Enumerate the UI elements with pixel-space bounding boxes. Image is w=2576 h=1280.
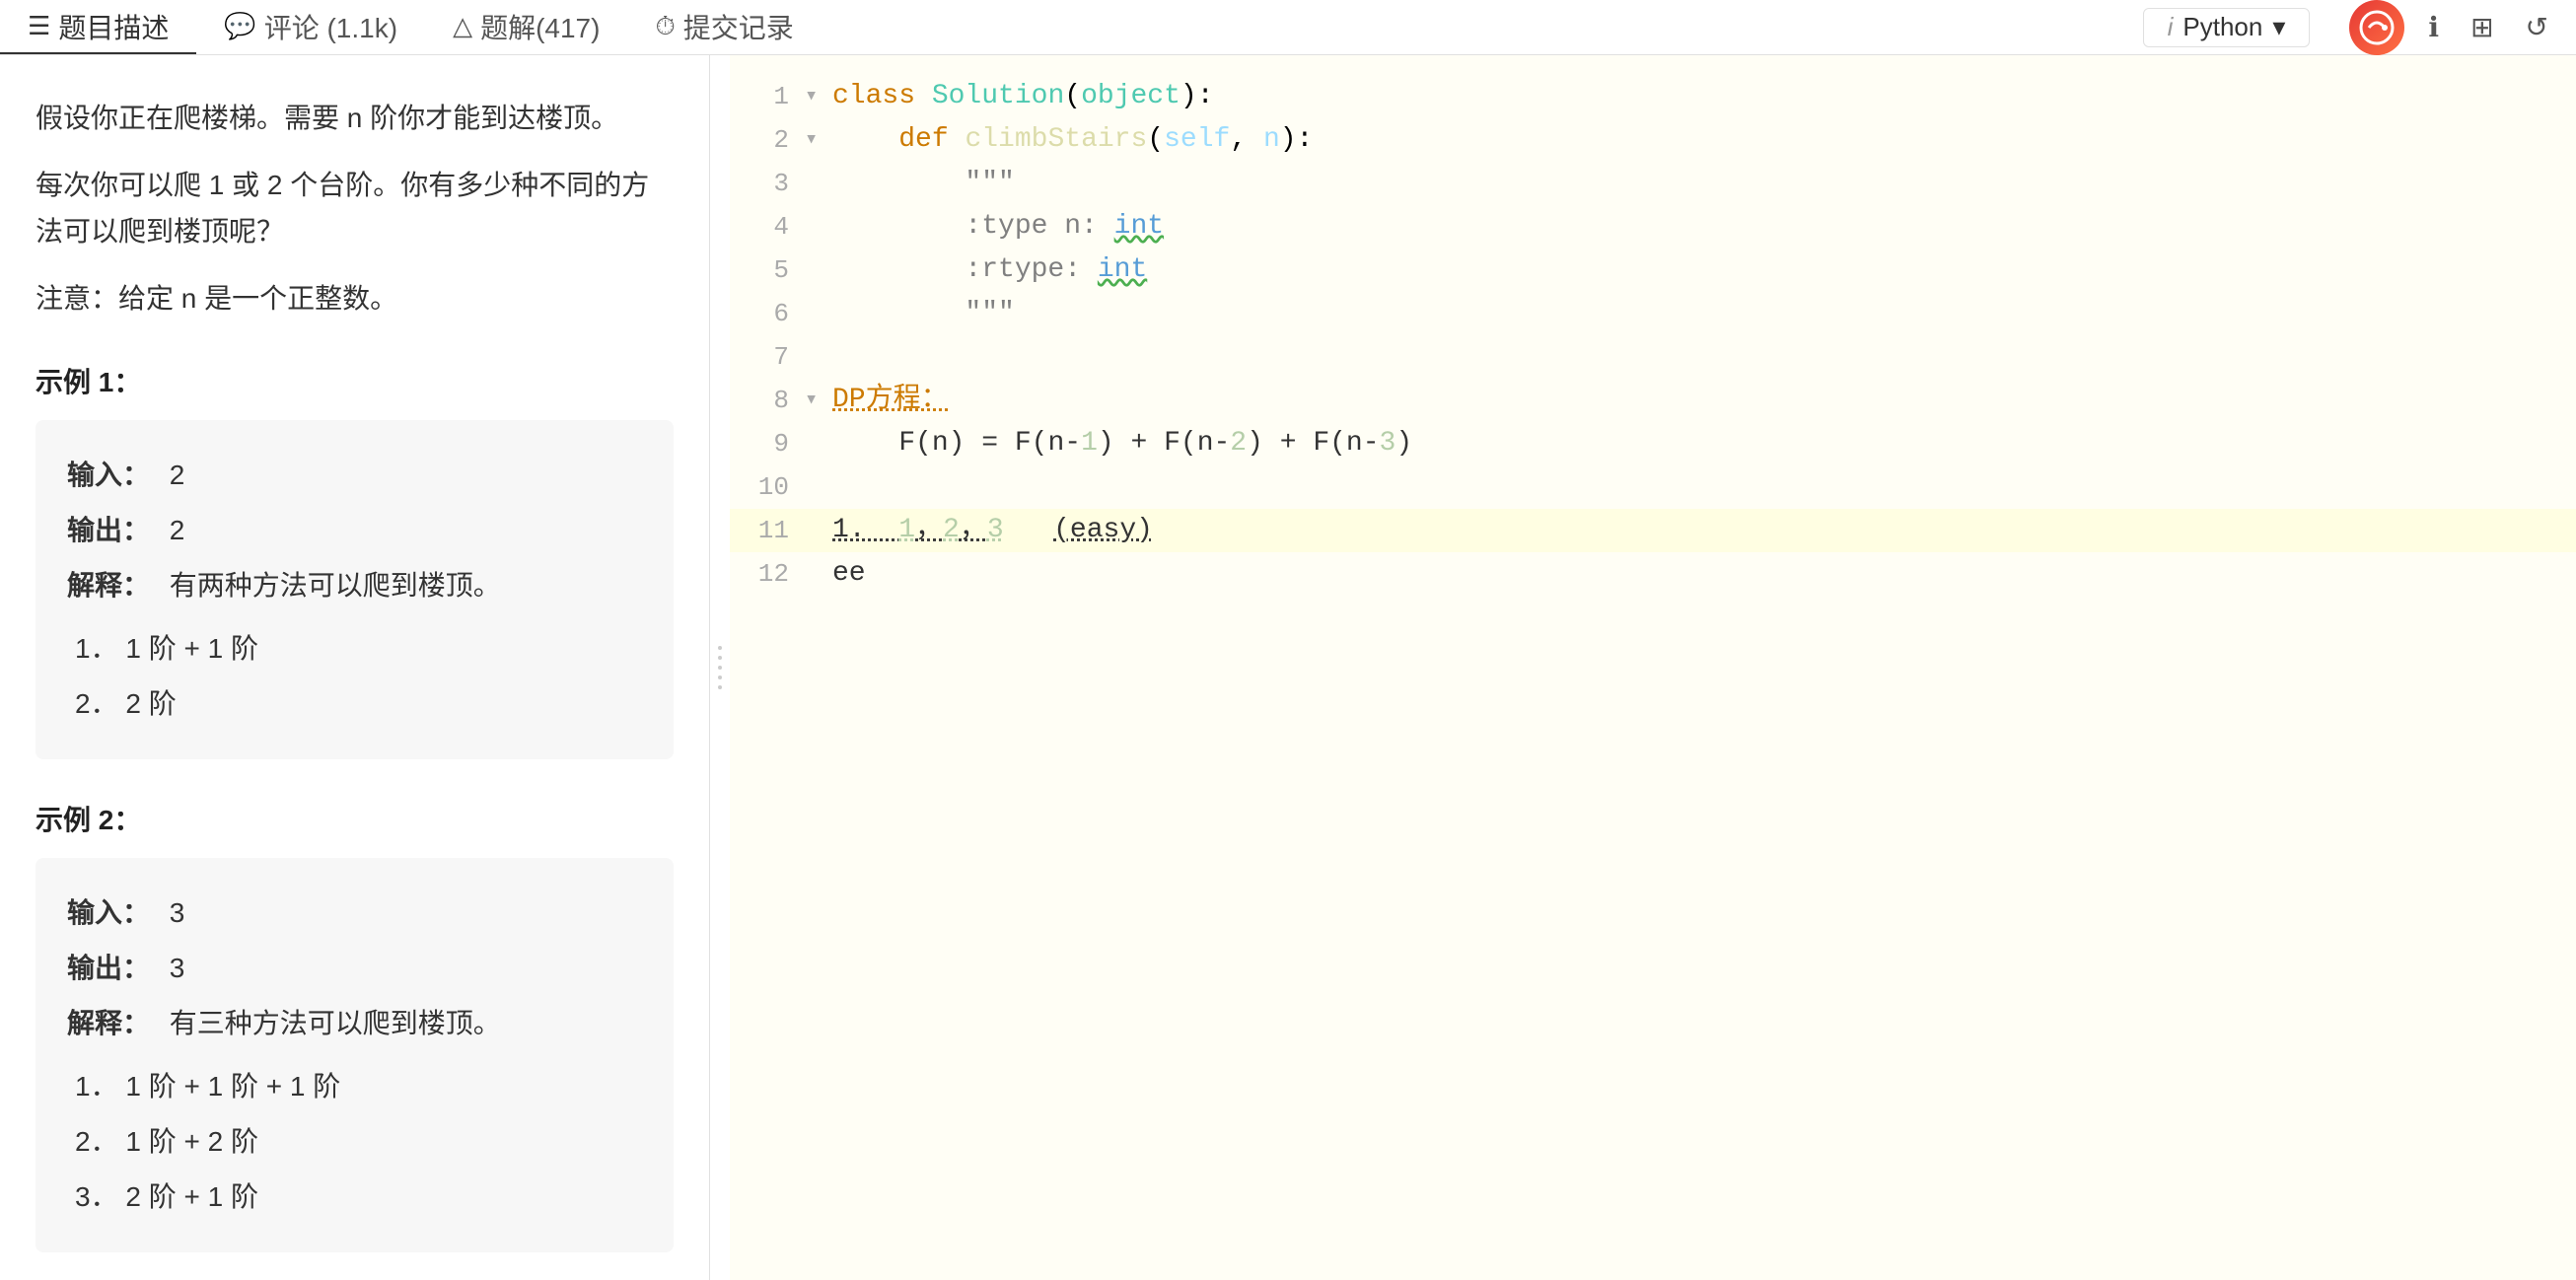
code-line-7: 7 xyxy=(730,335,2576,379)
logo-icon xyxy=(2359,10,2395,45)
language-selector[interactable]: i Python ▾ xyxy=(2143,8,2311,47)
example2-step1: 1． 1 阶 + 1 阶 + 1 阶 xyxy=(67,1059,642,1114)
line-num-2: 2 xyxy=(746,118,805,162)
line-num-4: 4 xyxy=(746,205,805,249)
line-toggle-8[interactable]: ▾ xyxy=(805,379,832,422)
line-content-6: """ xyxy=(832,292,2560,335)
panel-separator xyxy=(710,55,730,1280)
example2-output: 输出： 3 xyxy=(67,941,642,996)
solutions-icon: △ xyxy=(453,11,472,41)
example2-explain: 解释： 有三种方法可以爬到楼顶。 xyxy=(67,996,642,1051)
code-line-10: 10 xyxy=(730,465,2576,509)
tab-comments[interactable]: 💬 评论 (1.1k) xyxy=(196,0,425,54)
logo xyxy=(2349,0,2404,55)
example2-step2: 2． 1 阶 + 2 阶 xyxy=(67,1114,642,1170)
example1-step2: 2． 2 阶 xyxy=(67,676,642,732)
undo-icon[interactable]: ↺ xyxy=(2522,7,2552,47)
tab-comments-label: 评论 (1.1k) xyxy=(264,7,397,46)
submissions-icon: ⏱ xyxy=(655,11,675,42)
problem-intro1: 假设你正在爬楼梯。需要 n 阶你才能到达楼顶。 xyxy=(36,95,674,142)
code-line-11: 11 1. 1，2，3 (easy) xyxy=(730,509,2576,552)
example2-steps: 1． 1 阶 + 1 阶 + 1 阶 2． 1 阶 + 2 阶 3． 2 阶 +… xyxy=(67,1059,642,1225)
code-editor-panel[interactable]: 1 ▾ class Solution(object): 2 ▾ def clim… xyxy=(730,55,2576,1280)
line-content-12: ee xyxy=(832,552,2560,596)
example1-box: 输入： 2 输出： 2 解释： 有两种方法可以爬到楼顶。 1． 1 阶 + 1 … xyxy=(36,420,674,759)
code-line-5: 5 :rtype: int xyxy=(730,249,2576,292)
example1-output: 输出： 2 xyxy=(67,503,642,558)
line-content-3: """ xyxy=(832,162,2560,205)
lang-label: Python xyxy=(2182,12,2262,42)
example1-input-label: 输入： xyxy=(67,460,150,490)
code-line-1: 1 ▾ class Solution(object): xyxy=(730,75,2576,118)
line-content-1: class Solution(object): xyxy=(832,75,2560,118)
example2-explain-val: 有三种方法可以爬到楼顶。 xyxy=(170,1008,501,1038)
tab-problem[interactable]: ☰ 题目描述 xyxy=(0,0,196,54)
example2-output-val: 3 xyxy=(170,953,185,983)
example1-input: 输入： 2 xyxy=(67,448,642,503)
code-editor[interactable]: 1 ▾ class Solution(object): 2 ▾ def clim… xyxy=(730,55,2576,1280)
layout-icon[interactable]: ⊞ xyxy=(2467,7,2497,47)
line-num-9: 9 xyxy=(746,422,805,465)
example2-title: 示例 2： xyxy=(36,799,674,838)
example2-input-val: 3 xyxy=(170,897,185,928)
comments-icon: 💬 xyxy=(224,11,255,41)
example1-input-val: 2 xyxy=(170,460,185,490)
problem-note: 注意：给定 n 是一个正整数。 xyxy=(36,275,674,322)
line-num-6: 6 xyxy=(746,292,805,335)
example1-output-label: 输出： xyxy=(67,515,150,545)
code-line-12: 12 ee xyxy=(730,552,2576,596)
info-icon[interactable]: ℹ xyxy=(2424,7,2443,47)
line-content-5: :rtype: int xyxy=(832,249,2560,292)
example2-step3: 3． 2 阶 + 1 阶 xyxy=(67,1170,642,1225)
lang-arrow: ▾ xyxy=(2272,12,2285,42)
example1-explain: 解释： 有两种方法可以爬到楼顶。 xyxy=(67,558,642,613)
line-num-10: 10 xyxy=(746,465,805,509)
line-content-2: def climbStairs(self, n): xyxy=(832,118,2560,162)
code-line-2: 2 ▾ def climbStairs(self, n): xyxy=(730,118,2576,162)
tab-problem-label: 题目描述 xyxy=(58,7,169,46)
line-num-8: 8 xyxy=(746,379,805,422)
code-line-6: 6 """ xyxy=(730,292,2576,335)
example1-explain-val: 有两种方法可以爬到楼顶。 xyxy=(170,570,501,601)
example2-box: 输入： 3 输出： 3 解释： 有三种方法可以爬到楼顶。 1． 1 阶 + 1 … xyxy=(36,858,674,1252)
line-num-1: 1 xyxy=(746,75,805,118)
line-content-4: :type n: int xyxy=(832,205,2560,249)
problem-icon: ☰ xyxy=(28,11,50,41)
code-line-8: 8 ▾ DP方程： xyxy=(730,379,2576,422)
example2-explain-label: 解释： xyxy=(67,1008,150,1038)
top-nav: ☰ 题目描述 💬 评论 (1.1k) △ 题解(417) ⏱ 提交记录 i Py… xyxy=(0,0,2576,55)
line-content-9: F(n) = F(n-1) + F(n-2) + F(n-3) xyxy=(832,422,2560,465)
code-line-4: 4 :type n: int xyxy=(730,205,2576,249)
nav-icons: ℹ ⊞ ↺ xyxy=(2424,7,2552,47)
example2-input-label: 输入： xyxy=(67,897,150,928)
example1-step1: 1． 1 阶 + 1 阶 xyxy=(67,621,642,676)
example1-explain-label: 解释： xyxy=(67,570,150,601)
example1-output-val: 2 xyxy=(170,515,185,545)
problem-intro2: 每次你可以爬 1 或 2 个台阶。你有多少种不同的方法可以爬到楼顶呢？ xyxy=(36,162,674,255)
example1-steps: 1． 1 阶 + 1 阶 2． 2 阶 xyxy=(67,621,642,732)
example2-input: 输入： 3 xyxy=(67,886,642,941)
line-toggle-1[interactable]: ▾ xyxy=(805,75,832,118)
example1-title: 示例 1： xyxy=(36,361,674,400)
lang-i-label: i xyxy=(2168,12,2174,42)
tab-submissions[interactable]: ⏱ 提交记录 xyxy=(627,0,821,54)
tab-solutions[interactable]: △ 题解(417) xyxy=(425,0,627,54)
line-num-3: 3 xyxy=(746,162,805,205)
line-num-5: 5 xyxy=(746,249,805,292)
line-content-11: 1. 1，2，3 (easy) xyxy=(832,509,2560,552)
tab-submissions-label: 提交记录 xyxy=(683,7,794,46)
main-content: 假设你正在爬楼梯。需要 n 阶你才能到达楼顶。 每次你可以爬 1 或 2 个台阶… xyxy=(0,55,2576,1280)
line-num-11: 11 xyxy=(746,509,805,552)
code-line-3: 3 """ xyxy=(730,162,2576,205)
line-num-7: 7 xyxy=(746,335,805,379)
code-line-9: 9 F(n) = F(n-1) + F(n-2) + F(n-3) xyxy=(730,422,2576,465)
example2-output-label: 输出： xyxy=(67,953,150,983)
tab-solutions-label: 题解(417) xyxy=(480,7,600,46)
line-content-8: DP方程： xyxy=(832,379,2560,422)
line-toggle-2[interactable]: ▾ xyxy=(805,118,832,162)
line-num-12: 12 xyxy=(746,552,805,596)
problem-panel: 假设你正在爬楼梯。需要 n 阶你才能到达楼顶。 每次你可以爬 1 或 2 个台阶… xyxy=(0,55,710,1280)
